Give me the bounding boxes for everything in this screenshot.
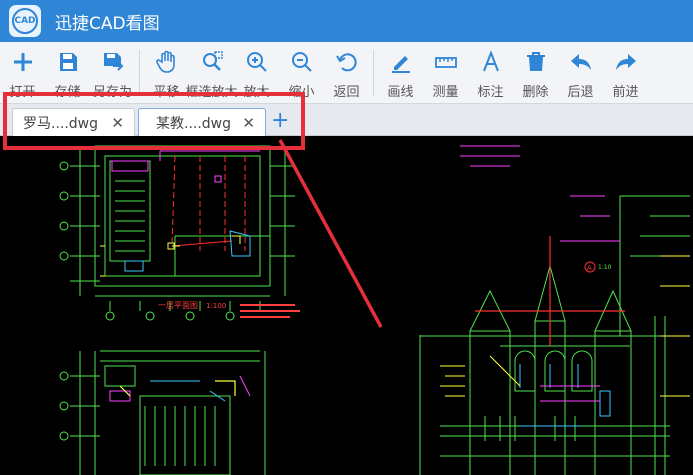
plan-title-text: 一层平面图	[158, 301, 198, 310]
measure-button[interactable]: 测量	[423, 42, 468, 103]
hand-icon	[155, 50, 175, 73]
zoom-window-button[interactable]: 框选放大	[186, 42, 238, 103]
tab-file-2-name: 某教....dwg	[156, 115, 232, 132]
tab-file-1-name: 罗马....dwg	[23, 115, 99, 132]
back-button[interactable]: 返回	[324, 42, 369, 103]
ruler-icon	[434, 57, 457, 68]
floor-plan-lower-magenta	[109, 375, 251, 402]
church-elevation	[419, 195, 690, 475]
annotate-button[interactable]: 标注	[468, 42, 513, 103]
back-icon	[335, 53, 357, 72]
church-red	[475, 236, 625, 346]
save-label: 存储	[54, 85, 81, 100]
add-tab-icon[interactable]: +	[271, 109, 289, 133]
toolbar-divider	[139, 50, 140, 96]
delete-label: 删除	[522, 85, 549, 100]
app-logo-icon: CAD	[9, 5, 41, 37]
pan-button[interactable]: 平移	[144, 42, 189, 103]
back-label: 返回	[333, 85, 360, 100]
app-title: 迅捷CAD看图	[55, 13, 160, 34]
plan-scale-text: 1:100	[206, 302, 226, 310]
save-button[interactable]: 存储	[45, 42, 90, 103]
redo-label: 前进	[612, 85, 639, 100]
zoom-out-button[interactable]: 缩小	[279, 42, 324, 103]
pencil-icon	[391, 56, 410, 73]
measure-label: 测量	[432, 85, 459, 100]
toolbar: 打开 存储 另存为 平移 框选放大 放大 缩小 返回 画线 测量 标注 删除 后…	[0, 42, 693, 104]
draw-line-button[interactable]: 画线	[378, 42, 423, 103]
floor-plan-red-lines	[171, 155, 246, 251]
plus-icon	[13, 53, 32, 71]
cad-drawing: 一层平面图 1:100 A 1:10	[59, 145, 690, 475]
zoom-window-icon	[202, 51, 223, 71]
zoom-out-label: 缩小	[288, 85, 315, 100]
tab-close-icon[interactable]: ✕	[111, 114, 124, 132]
tab-close-icon[interactable]: ✕	[242, 114, 255, 132]
detail-marker-label: A	[587, 264, 592, 272]
floor-plan-lower-cyan	[150, 380, 226, 402]
tab-file-1[interactable]: 罗马....dwg ✕	[12, 108, 135, 136]
text-a-icon	[482, 50, 499, 72]
undo-arrow-icon	[570, 54, 591, 70]
save-as-button[interactable]: 另存为	[90, 42, 135, 103]
delete-button[interactable]: 删除	[513, 42, 558, 103]
drawing-canvas[interactable]: 一层平面图 1:100 A 1:10	[0, 136, 693, 475]
trash-icon	[526, 52, 545, 71]
save-as-label: 另存为	[92, 85, 132, 100]
save-as-icon	[103, 53, 123, 71]
undo-button[interactable]: 后退	[558, 42, 603, 103]
redo-arrow-icon	[615, 54, 636, 70]
tab-bar: 罗马....dwg ✕ 某教....dwg ✕ +	[0, 104, 693, 136]
redo-button[interactable]: 前进	[603, 42, 648, 103]
church-magenta	[460, 145, 620, 402]
zoom-window-label: 框选放大	[185, 85, 238, 100]
zoom-in-button[interactable]: 放大	[234, 42, 279, 103]
floor-plan-upper	[59, 145, 295, 321]
floor-plan-lower-yellow	[119, 380, 236, 397]
detail-marker-scale: 1:10	[598, 264, 612, 271]
toolbar-divider	[373, 50, 374, 96]
zoom-out-icon	[291, 52, 312, 72]
pan-label: 平移	[153, 85, 180, 100]
annotate-label: 标注	[477, 85, 504, 100]
app-logo-text: CAD	[12, 8, 38, 34]
open-button[interactable]: 打开	[0, 42, 45, 103]
plan-notes	[240, 304, 300, 318]
draw-line-label: 画线	[387, 85, 414, 100]
undo-label: 后退	[567, 85, 594, 100]
title-bar: CAD 迅捷CAD看图	[0, 0, 693, 42]
tab-file-2[interactable]: 某教....dwg ✕	[138, 108, 266, 136]
zoom-in-icon	[246, 52, 267, 72]
zoom-in-label: 放大	[243, 85, 270, 100]
save-icon	[59, 53, 77, 71]
floor-plan-lower	[59, 350, 266, 475]
open-label: 打开	[9, 85, 36, 100]
